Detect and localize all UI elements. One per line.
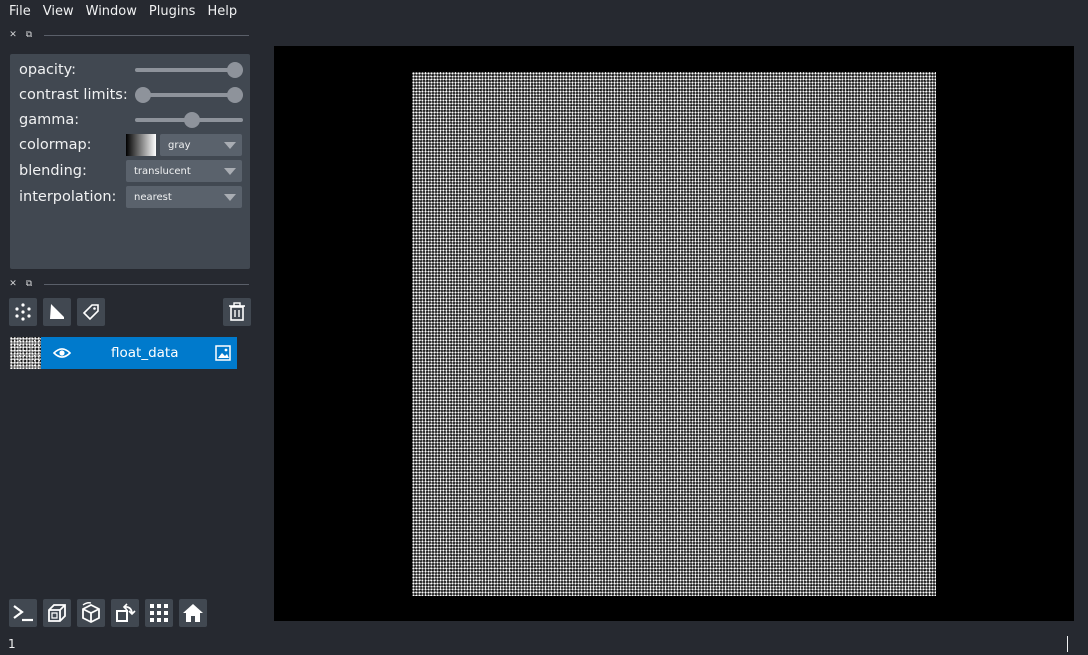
interpolation-dropdown[interactable]: nearest xyxy=(126,186,242,208)
opacity-slider-handle[interactable] xyxy=(227,62,243,78)
dock-divider xyxy=(44,34,249,36)
colormap-row: colormap: gray xyxy=(19,134,244,156)
colormap-label: colormap: xyxy=(19,137,92,153)
gamma-slider-handle[interactable] xyxy=(184,112,200,128)
close-icon[interactable]: ✕ xyxy=(8,279,18,289)
interpolation-value: nearest xyxy=(134,191,172,203)
new-shapes-icon xyxy=(50,304,64,319)
contrast-limits-max-handle[interactable] xyxy=(227,87,243,103)
layer-item-selected[interactable]: float_data xyxy=(41,337,237,369)
grid-icon xyxy=(150,604,168,622)
menu-bar: File View Window Plugins Help xyxy=(0,0,1088,24)
gamma-row: gamma: xyxy=(19,109,244,131)
menu-file[interactable]: File xyxy=(3,0,37,24)
float-icon[interactable]: ⧉ xyxy=(24,30,34,40)
layer-controls-dock-title: ✕ ⧉ xyxy=(8,28,249,42)
status-divider xyxy=(1067,636,1068,652)
opacity-row: opacity: xyxy=(19,59,244,81)
colormap-dropdown[interactable]: gray xyxy=(160,134,242,156)
gamma-label: gamma: xyxy=(19,112,80,128)
home-icon xyxy=(183,604,203,622)
blending-row: blending: translucent xyxy=(19,160,244,182)
interpolation-label: interpolation: xyxy=(19,189,117,205)
status-text: 1 xyxy=(8,637,16,651)
menu-help[interactable]: Help xyxy=(201,0,243,24)
image-layer-render xyxy=(412,72,936,596)
image-layer-icon xyxy=(215,345,231,361)
dock-divider xyxy=(44,283,249,285)
layer-controls-panel: opacity: contrast limits: gamma: colorma… xyxy=(10,54,250,269)
layer-list-dock-title: ✕ ⧉ xyxy=(8,277,249,291)
menu-plugins[interactable]: Plugins xyxy=(143,0,202,24)
transpose-button[interactable] xyxy=(111,599,139,627)
blending-value: translucent xyxy=(134,165,191,177)
eye-icon[interactable] xyxy=(53,346,71,360)
menu-window[interactable]: Window xyxy=(80,0,143,24)
blending-dropdown[interactable]: translucent xyxy=(126,160,242,182)
chevron-down-icon xyxy=(224,194,236,201)
blending-label: blending: xyxy=(19,163,87,179)
chevron-down-icon xyxy=(224,168,236,175)
colormap-value: gray xyxy=(168,139,191,151)
roll-icon xyxy=(82,602,100,624)
gamma-slider[interactable] xyxy=(127,109,243,131)
grid-button[interactable] xyxy=(145,599,173,627)
delete-layer-button[interactable] xyxy=(223,298,251,326)
chevron-down-icon xyxy=(224,142,236,149)
ndisplay-icon xyxy=(48,604,66,622)
colormap-preview xyxy=(126,134,156,156)
new-points-button[interactable] xyxy=(9,298,37,326)
float-icon[interactable]: ⧉ xyxy=(24,279,34,289)
opacity-label: opacity: xyxy=(19,62,77,78)
layer-name[interactable]: float_data xyxy=(111,345,179,361)
new-labels-button[interactable] xyxy=(77,298,105,326)
interpolation-row: interpolation: nearest xyxy=(19,186,244,208)
transpose-icon xyxy=(116,603,136,622)
new-points-icon xyxy=(15,303,31,321)
new-labels-icon xyxy=(82,304,99,321)
layer-list-item[interactable]: float_data xyxy=(10,337,237,369)
delete-layer-icon xyxy=(229,302,245,321)
roll-button[interactable] xyxy=(77,599,105,627)
ndisplay-button[interactable] xyxy=(43,599,71,627)
close-icon[interactable]: ✕ xyxy=(8,30,18,40)
contrast-limits-row: contrast limits: xyxy=(19,84,244,106)
new-shapes-button[interactable] xyxy=(43,298,71,326)
layer-thumbnail xyxy=(10,337,41,369)
menu-view[interactable]: View xyxy=(37,0,80,24)
home-button[interactable] xyxy=(179,599,207,627)
contrast-limits-slider[interactable] xyxy=(127,84,243,106)
opacity-slider[interactable] xyxy=(127,59,243,81)
console-button[interactable] xyxy=(9,599,37,627)
contrast-limits-min-handle[interactable] xyxy=(135,87,151,103)
console-icon xyxy=(13,605,33,622)
contrast-limits-label: contrast limits: xyxy=(19,87,128,103)
viewer-canvas[interactable] xyxy=(274,46,1074,621)
